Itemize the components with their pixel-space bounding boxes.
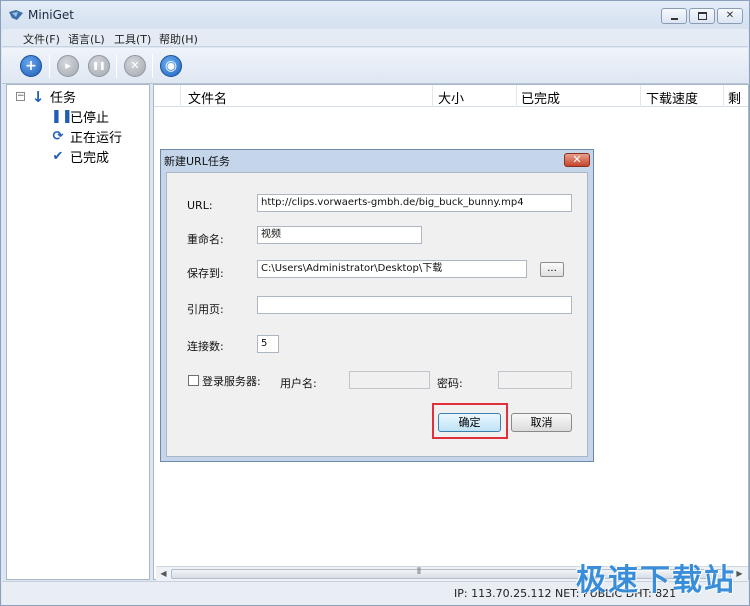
close-icon: ✕	[572, 153, 582, 166]
maximize-button[interactable]	[689, 8, 715, 24]
main-window: MiniGet ✕ 文件(F) 语言(L) 工具(T) 帮助(H) + ▸ ❚❚…	[0, 0, 750, 606]
dialog-title: 新建URL任务	[164, 155, 230, 168]
tree-item-label: 已停止	[70, 111, 110, 126]
tree-item-label: 已完成	[70, 151, 110, 166]
start-button[interactable]: ▸	[57, 55, 79, 77]
password-label: 密码:	[437, 377, 463, 390]
settings-button[interactable]: ◉	[160, 55, 182, 77]
column-separator	[180, 85, 181, 107]
close-button[interactable]: ✕	[717, 8, 743, 24]
pause-icon: ❚❚	[92, 61, 106, 70]
list-header: 文件名 大小 已完成 下载速度 剩	[154, 85, 748, 107]
refresh-icon: ⟳	[52, 129, 64, 144]
new-url-task-dialog: 新建URL任务 ✕ URL: http://clips.vorwaerts-gm…	[160, 149, 594, 462]
connections-label: 连接数:	[187, 340, 224, 353]
login-label: 登录服务器:	[202, 375, 261, 388]
menu-file[interactable]: 文件(F)	[23, 31, 60, 47]
referer-label: 引用页:	[187, 303, 224, 316]
tree-item-running[interactable]: ⟳ 正在运行	[51, 127, 122, 146]
minimize-button[interactable]	[661, 8, 687, 24]
column-remaining[interactable]: 剩	[728, 88, 741, 107]
title-bar: MiniGet ✕	[1, 1, 749, 31]
url-label: URL:	[187, 199, 213, 212]
add-task-button[interactable]: +	[20, 55, 42, 77]
save-path-field[interactable]: C:\Users\Administrator\Desktop\下载	[257, 260, 527, 278]
username-field[interactable]	[349, 371, 430, 389]
delete-icon: ✕	[130, 59, 140, 72]
tree-item-stopped[interactable]: ❚❚ 已停止	[51, 107, 109, 126]
toolbar-separator	[49, 54, 50, 78]
checkmark-icon: ✔	[52, 149, 64, 164]
browse-button[interactable]: ...	[540, 262, 564, 277]
grip-icon: ⦀	[417, 567, 421, 577]
column-separator	[516, 85, 517, 107]
tree-item-tasks[interactable]: ↓ 任务	[31, 87, 77, 107]
task-tree: − ↓ 任务 ❚❚ 已停止 ⟳ 正在运行 ✔ 已完成	[6, 84, 150, 580]
scroll-left-icon[interactable]: ◀	[157, 568, 170, 580]
toolbar-separator	[152, 54, 153, 78]
delete-button[interactable]: ✕	[124, 55, 146, 77]
connections-field[interactable]: 5	[257, 335, 279, 353]
site-watermark: 极速下载站	[576, 563, 736, 598]
cancel-button[interactable]: 取消	[511, 413, 572, 432]
down-arrow-icon: ↓	[31, 87, 45, 106]
close-icon: ✕	[725, 10, 735, 21]
column-completed[interactable]: 已完成	[521, 88, 560, 107]
menu-language[interactable]: 语言(L)	[68, 31, 105, 47]
pause-icon: ❚❚	[51, 109, 73, 124]
column-separator	[723, 85, 724, 107]
menu-help[interactable]: 帮助(H)	[159, 31, 198, 47]
tree-item-label: 正在运行	[70, 131, 123, 146]
toolbar-separator	[116, 54, 117, 78]
dialog-close-button[interactable]: ✕	[564, 153, 590, 167]
plus-icon: +	[25, 58, 37, 74]
column-separator	[640, 85, 641, 107]
column-speed[interactable]: 下载速度	[646, 88, 698, 107]
tree-root-label: 任务	[50, 91, 77, 106]
collapse-icon[interactable]: −	[16, 92, 25, 101]
rename-field[interactable]: 视频	[257, 226, 422, 244]
column-size[interactable]: 大小	[438, 88, 464, 107]
column-separator	[432, 85, 433, 107]
toolbar: + ▸ ❚❚ ✕ ◉	[2, 48, 748, 84]
play-icon: ▸	[65, 59, 71, 72]
maximize-icon	[698, 12, 707, 20]
referer-field[interactable]	[257, 296, 572, 314]
minimize-icon	[671, 18, 678, 20]
app-logo-icon	[9, 10, 23, 20]
url-field[interactable]: http://clips.vorwaerts-gmbh.de/big_buck_…	[257, 194, 572, 212]
save-to-label: 保存到:	[187, 267, 224, 280]
menu-bar: 文件(F) 语言(L) 工具(T) 帮助(H)	[2, 29, 748, 47]
rename-label: 重命名:	[187, 233, 224, 246]
ok-button[interactable]: 确定	[438, 413, 501, 432]
window-title: MiniGet	[28, 8, 75, 22]
tree-item-completed[interactable]: ✔ 已完成	[51, 147, 109, 166]
column-filename[interactable]: 文件名	[188, 88, 227, 107]
login-checkbox[interactable]	[188, 375, 199, 386]
menu-tools[interactable]: 工具(T)	[114, 31, 151, 47]
settings-icon: ◉	[164, 58, 178, 74]
username-label: 用户名:	[280, 377, 317, 390]
pause-button[interactable]: ❚❚	[88, 55, 110, 77]
password-field[interactable]	[498, 371, 572, 389]
dialog-body: URL: http://clips.vorwaerts-gmbh.de/big_…	[166, 172, 588, 457]
